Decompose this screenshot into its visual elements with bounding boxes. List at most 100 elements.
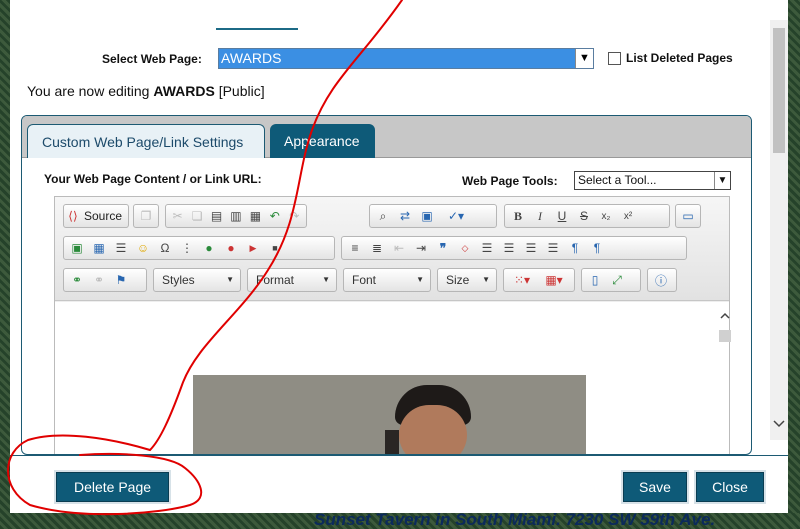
styles-dropdown[interactable]: Styles ▼ [153, 268, 241, 292]
numbered-list-icon[interactable]: ≡ [344, 238, 366, 258]
font-label: Font [352, 273, 377, 287]
page-break-icon[interactable]: ⋮ [176, 238, 198, 258]
preview-icon[interactable]: ▯ [584, 270, 606, 290]
rich-text-editor: ⟨⟩ Source ❐ ✂ ❏ ▤ ▥ ▦ ↶ ↷ ⌕ ⇄ ▣ ✓▾ B I U… [54, 196, 731, 454]
web-page-select[interactable]: AWARDS ▼ [218, 48, 594, 69]
delete-page-button[interactable]: Delete Page [56, 472, 169, 502]
align-center-icon[interactable]: ☰ [498, 238, 520, 258]
background-color-icon[interactable]: ▦▾ [538, 270, 570, 290]
select-all-icon[interactable]: ▣ [416, 206, 438, 226]
image-icon[interactable]: ▣ [66, 238, 88, 258]
spellcheck-icon[interactable]: ✓▾ [438, 206, 474, 226]
italic-icon[interactable]: I [529, 206, 551, 226]
editor-scrollbar[interactable] [719, 302, 731, 454]
selected-page-value: AWARDS [221, 50, 282, 66]
font-dropdown[interactable]: Font ▼ [343, 268, 431, 292]
paste-text-icon[interactable]: ▥ [226, 206, 245, 226]
color-group: ⁙▾ ▦▾ [503, 268, 575, 292]
dialog-scrollbar[interactable] [770, 20, 788, 440]
special-char-icon[interactable]: Ω [154, 238, 176, 258]
chevron-down-icon: ▼ [322, 275, 330, 284]
text-rtl-icon[interactable]: ¶ [586, 238, 608, 258]
bulleted-list-icon[interactable]: ≣ [366, 238, 388, 258]
chevron-down-icon: ▼ [482, 275, 490, 284]
editing-visibility: [Public] [214, 83, 265, 99]
flash-icon[interactable]: ● [220, 238, 242, 258]
source-label: Source [83, 209, 122, 223]
paste-icon[interactable]: ▤ [207, 206, 226, 226]
tab-bar: Custom Web Page/Link Settings Appearance [22, 116, 751, 158]
edit-page-dialog: Select Web Page: AWARDS ▼ List Deleted P… [10, 0, 788, 513]
embed-icon[interactable]: ■ [264, 238, 286, 258]
tab-panel: Custom Web Page/Link Settings Appearance… [21, 115, 752, 455]
remove-format-icon[interactable]: ▭ [678, 206, 698, 226]
size-dropdown[interactable]: Size ▼ [437, 268, 497, 292]
align-left-icon[interactable]: ☰ [476, 238, 498, 258]
content-photo [193, 375, 586, 454]
youtube-icon[interactable]: ▶ [242, 238, 264, 258]
cut-icon[interactable]: ✂ [168, 206, 187, 226]
find-group: ⌕ ⇄ ▣ ✓▾ [369, 204, 497, 228]
bold-icon[interactable]: B [507, 206, 529, 226]
blockquote-icon[interactable]: ❞ [432, 238, 454, 258]
chevron-down-icon[interactable]: ▼ [575, 49, 593, 68]
tools-group: ▯ ⤢ [581, 268, 641, 292]
text-ltr-icon[interactable]: ¶ [564, 238, 586, 258]
list-deleted-checkbox[interactable] [608, 51, 621, 65]
editor-toolbar: ⟨⟩ Source ❐ ✂ ❏ ▤ ▥ ▦ ↶ ↷ ⌕ ⇄ ▣ ✓▾ B I U… [55, 197, 729, 301]
chevron-down-icon[interactable]: ▼ [714, 172, 730, 189]
close-button[interactable]: Close [696, 472, 764, 502]
editing-prefix: You are now editing [27, 83, 154, 99]
web-page-tools-select[interactable]: Select a Tool... ▼ [574, 171, 731, 190]
templates-icon[interactable]: ❐ [136, 206, 156, 226]
source-button[interactable]: ⟨⟩ Source [63, 204, 129, 228]
link-icon[interactable]: ⚭ [66, 270, 88, 290]
undo-icon[interactable]: ↶ [265, 206, 284, 226]
subscript-icon[interactable]: x₂ [595, 206, 617, 226]
strikethrough-icon[interactable]: S [573, 206, 595, 226]
iframe-icon[interactable]: ● [198, 238, 220, 258]
maximize-icon[interactable]: ⤢ [606, 270, 628, 290]
chevron-down-icon: ▼ [416, 275, 424, 284]
editor-content-area[interactable] [55, 302, 731, 454]
superscript-icon[interactable]: x² [617, 206, 639, 226]
align-right-icon[interactable]: ☰ [520, 238, 542, 258]
info-icon[interactable]: ⓘ [650, 270, 672, 290]
remove-format-group: ▭ [675, 204, 701, 228]
format-label: Format [256, 273, 295, 287]
insert-group: ▣ ▦ ☰ ☺ Ω ⋮ ● ● ▶ ■ [63, 236, 335, 260]
create-div-icon[interactable]: ◇ [454, 238, 476, 258]
link-group: ⚭ ⚭ ⚑ [63, 268, 147, 292]
table-icon[interactable]: ▦ [88, 238, 110, 258]
text-color-icon[interactable]: ⁙▾ [506, 270, 538, 290]
underline-icon[interactable]: U [551, 206, 573, 226]
anchor-icon[interactable]: ⚑ [110, 270, 132, 290]
horizontal-rule-icon[interactable]: ☰ [110, 238, 132, 258]
smiley-icon[interactable]: ☺ [132, 238, 154, 258]
tab-appearance[interactable]: Appearance [270, 124, 375, 158]
format-dropdown[interactable]: Format ▼ [247, 268, 337, 292]
chevron-down-icon[interactable] [773, 418, 785, 432]
replace-icon[interactable]: ⇄ [394, 206, 416, 226]
copy-icon[interactable]: ❏ [187, 206, 206, 226]
outdent-icon[interactable]: ⇤ [388, 238, 410, 258]
background-strip-right [788, 0, 800, 529]
save-button[interactable]: Save [623, 472, 687, 502]
tab-custom-settings[interactable]: Custom Web Page/Link Settings [27, 124, 265, 158]
background-text: Sunset Tavern in South Miami. 7230 SW 59… [314, 513, 716, 529]
indent-icon[interactable]: ⇥ [410, 238, 432, 258]
unlink-icon[interactable]: ⚭ [88, 270, 110, 290]
scrollbar-thumb[interactable] [773, 28, 785, 153]
styles-label: Styles [162, 273, 195, 287]
background-strip-bottom: Sunset Tavern in South Miami. 7230 SW 59… [0, 513, 800, 529]
justify-icon[interactable]: ☰ [542, 238, 564, 258]
dialog-footer: Delete Page Save Close [10, 455, 788, 513]
chevron-down-icon: ▼ [226, 275, 234, 284]
basic-styles-group: B I U S x₂ x² [504, 204, 670, 228]
paste-word-icon[interactable]: ▦ [246, 206, 265, 226]
source-icon: ⟨⟩ [68, 209, 78, 223]
about-group: ⓘ [647, 268, 677, 292]
find-icon[interactable]: ⌕ [372, 206, 394, 226]
redo-icon[interactable]: ↷ [285, 206, 304, 226]
list-deleted-pages-option[interactable]: List Deleted Pages [608, 51, 733, 65]
